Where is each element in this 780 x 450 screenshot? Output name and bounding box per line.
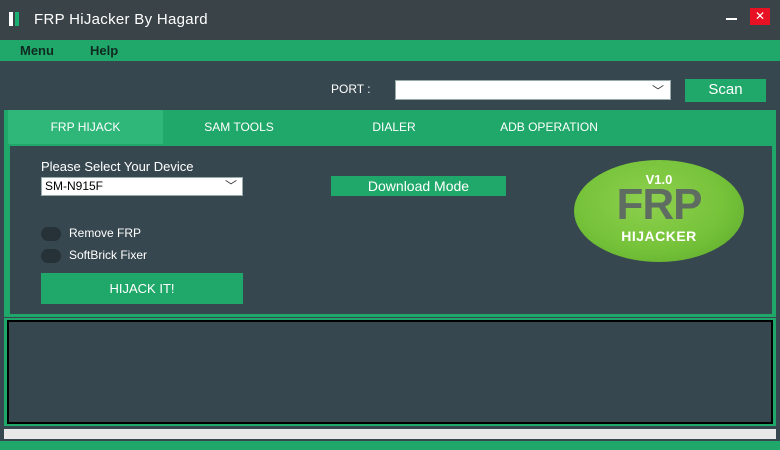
softbrick-fixer-label: SoftBrick Fixer bbox=[69, 248, 148, 262]
remove-frp-label: Remove FRP bbox=[69, 226, 142, 240]
app-icon bbox=[9, 12, 25, 26]
tabs-panel: FRP HIJACK SAM TOOLS DIALER ADB OPERATIO… bbox=[4, 110, 776, 317]
logo-frp-text: FRP bbox=[616, 180, 703, 229]
status-strip bbox=[0, 441, 780, 450]
port-label: PORT : bbox=[331, 82, 371, 96]
radio-toggle-icon[interactable] bbox=[41, 227, 61, 241]
device-select-value: SM-N915F bbox=[45, 179, 104, 193]
chevron-down-icon: ﹀ bbox=[651, 84, 664, 98]
chevron-down-icon: ﹀ bbox=[224, 179, 237, 193]
logo-hijacker-text: HIJACKER bbox=[621, 228, 697, 244]
progress-bar bbox=[4, 429, 776, 439]
minimize-icon[interactable] bbox=[722, 8, 742, 28]
frp-hijacker-logo: V1.0 FRP HIJACKER bbox=[574, 160, 744, 262]
device-select-label: Please Select Your Device bbox=[41, 159, 194, 174]
tab-dialer[interactable]: DIALER bbox=[344, 110, 444, 144]
radio-toggle-icon[interactable] bbox=[41, 249, 61, 263]
tab-frp-hijack[interactable]: FRP HIJACK bbox=[8, 110, 163, 144]
window-title: FRP HiJacker By Hagard bbox=[34, 11, 208, 28]
tab-sam-tools[interactable]: SAM TOOLS bbox=[174, 110, 304, 144]
port-select[interactable]: ﹀ bbox=[395, 80, 671, 100]
log-panel bbox=[4, 318, 776, 426]
close-icon[interactable]: ✕ bbox=[750, 8, 770, 25]
device-select[interactable]: SM-N915F ﹀ bbox=[41, 177, 243, 196]
menu-item-help[interactable]: Help bbox=[90, 43, 118, 58]
log-output[interactable] bbox=[7, 320, 773, 424]
title-bar: FRP HiJacker By Hagard ✕ bbox=[0, 0, 780, 40]
scan-button[interactable]: Scan bbox=[685, 79, 766, 102]
hijack-button[interactable]: HIJACK IT! bbox=[41, 273, 243, 304]
tab-adb-operation[interactable]: ADB OPERATION bbox=[469, 110, 629, 144]
tab-content-frp-hijack: Please Select Your Device SM-N915F ﹀ Dow… bbox=[10, 146, 772, 314]
menu-bar: Menu Help bbox=[0, 40, 780, 61]
download-mode-button[interactable]: Download Mode bbox=[331, 176, 506, 196]
menu-item-menu[interactable]: Menu bbox=[20, 43, 54, 58]
